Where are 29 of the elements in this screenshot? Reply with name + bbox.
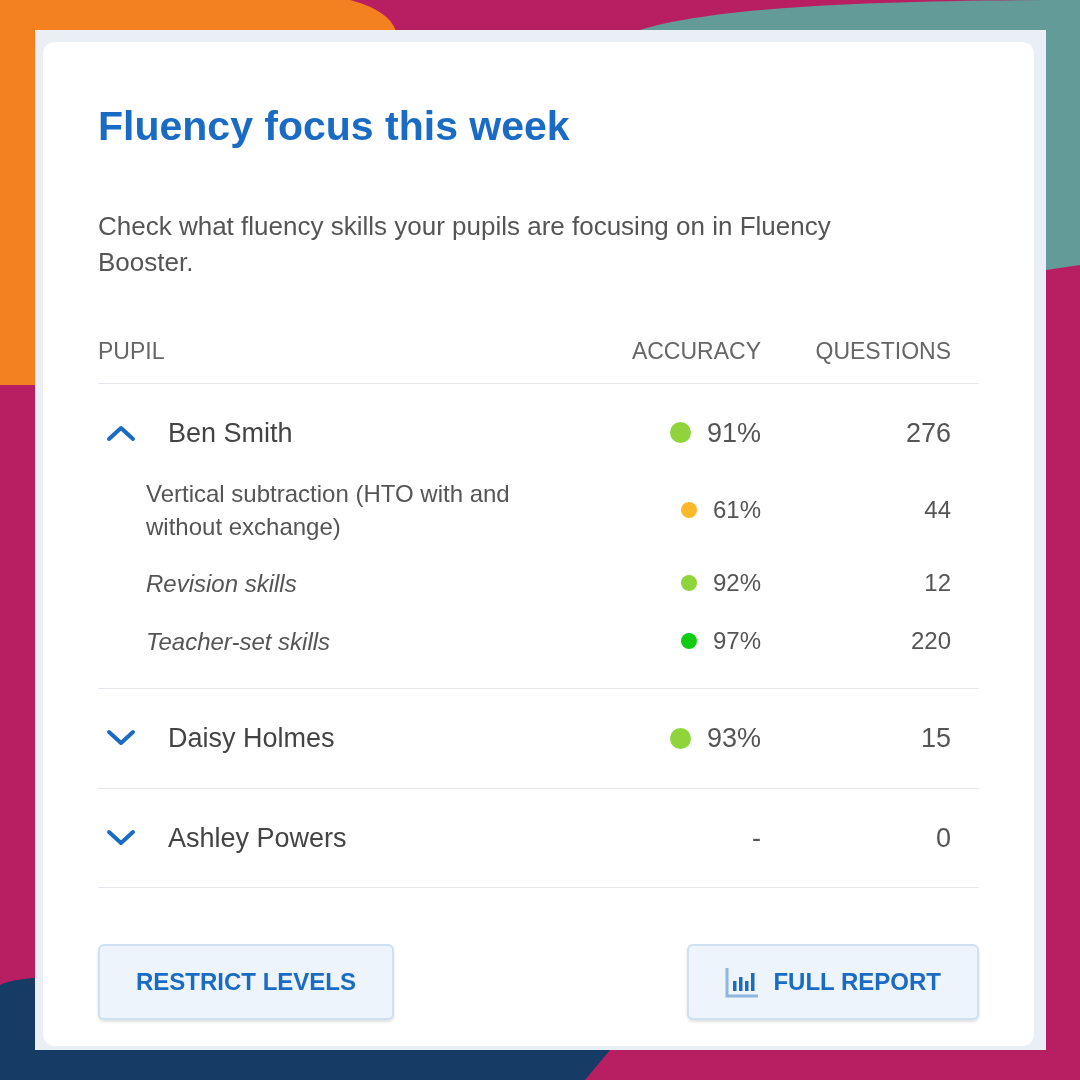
card-title: Fluency focus this week xyxy=(98,102,571,151)
accuracy-value: 91% xyxy=(706,416,761,450)
chevron-down-icon[interactable] xyxy=(106,828,136,847)
skill-name: Teacher-set skills xyxy=(145,626,332,657)
column-header: ACCURACY xyxy=(630,337,761,366)
bar-chart-icon xyxy=(725,966,760,998)
question-count: 220 xyxy=(909,626,951,656)
card-description: Check what fluency skills your pupils are focusing on in Fluency Booster. xyxy=(98,210,832,279)
column-header: PUPIL xyxy=(98,337,166,366)
chevron-up-icon[interactable] xyxy=(106,423,136,442)
question-count: 276 xyxy=(904,416,951,450)
question-count: 12 xyxy=(923,568,951,598)
question-count: 0 xyxy=(934,821,951,855)
restrict-levels-button[interactable]: RESTRICT LEVELS xyxy=(98,944,395,1020)
pupil-name[interactable]: Ashley Powers xyxy=(168,817,347,858)
full-report-button[interactable]: FULL REPORT xyxy=(687,944,979,1020)
accuracy-value: 93% xyxy=(706,722,761,755)
accuracy-value: - xyxy=(752,821,761,855)
skill-name: Revision skills xyxy=(145,568,298,599)
question-count: 44 xyxy=(923,495,951,525)
chevron-down-icon[interactable] xyxy=(106,729,136,748)
skill-name: Vertical subtraction (HTO with and without exchange) xyxy=(145,479,511,542)
accuracy-value: 92% xyxy=(712,568,761,598)
question-count: 15 xyxy=(919,722,951,755)
column-header: QUESTIONS xyxy=(814,337,951,366)
pupil-name[interactable]: Ben Smith xyxy=(168,412,293,453)
pupil-name[interactable]: Daisy Holmes xyxy=(168,718,335,759)
accuracy-value: 97% xyxy=(712,626,761,656)
accuracy-value: 61% xyxy=(712,495,761,525)
